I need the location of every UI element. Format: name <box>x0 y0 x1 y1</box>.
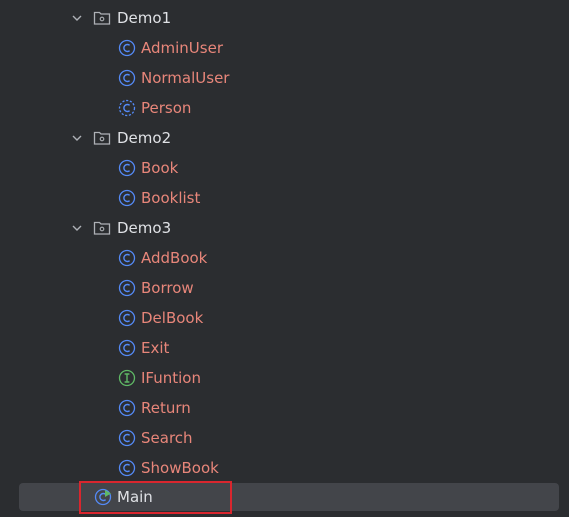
class-icon <box>118 339 136 357</box>
project-tree: Demo1 AdminUser NormalUser Person Demo2 <box>0 0 569 517</box>
file-row-exit[interactable]: Exit <box>0 333 569 363</box>
class-label: Person <box>141 99 192 117</box>
file-row-ifuntion[interactable]: IFuntion <box>0 363 569 393</box>
class-label: Return <box>141 399 191 417</box>
folder-icon <box>93 220 111 236</box>
file-row-return[interactable]: Return <box>0 393 569 423</box>
folder-row-demo3[interactable]: Demo3 <box>0 213 569 243</box>
interface-icon <box>118 369 136 387</box>
file-row-borrow[interactable]: Borrow <box>0 273 569 303</box>
class-icon <box>118 39 136 57</box>
folder-row-demo1[interactable]: Demo1 <box>0 3 569 33</box>
chevron-down-icon[interactable] <box>70 11 84 25</box>
class-icon <box>118 309 136 327</box>
class-label: DelBook <box>141 309 204 327</box>
file-row-book[interactable]: Book <box>0 153 569 183</box>
class-icon <box>118 399 136 417</box>
class-label: Book <box>141 159 179 177</box>
class-icon <box>118 189 136 207</box>
class-label: Search <box>141 429 193 447</box>
file-row-showbook[interactable]: ShowBook <box>0 453 569 483</box>
file-row-delbook[interactable]: DelBook <box>0 303 569 333</box>
class-label: ShowBook <box>141 459 219 477</box>
folder-label: Demo2 <box>117 129 172 147</box>
folder-icon <box>93 10 111 26</box>
class-label: Booklist <box>141 189 201 207</box>
class-label: AddBook <box>141 249 208 267</box>
file-row-addbook[interactable]: AddBook <box>0 243 569 273</box>
class-icon <box>118 279 136 297</box>
class-icon <box>118 159 136 177</box>
class-icon <box>118 69 136 87</box>
file-row-person[interactable]: Person <box>0 93 569 123</box>
folder-row-demo2[interactable]: Demo2 <box>0 123 569 153</box>
class-label: IFuntion <box>141 369 201 387</box>
abstract-class-icon <box>118 99 136 117</box>
class-icon <box>118 459 136 477</box>
annotation-box <box>79 481 232 514</box>
class-label: AdminUser <box>141 39 223 57</box>
folder-icon <box>93 130 111 146</box>
file-row-booklist[interactable]: Booklist <box>0 183 569 213</box>
folder-label: Demo3 <box>117 219 172 237</box>
class-label: Borrow <box>141 279 194 297</box>
file-row-adminuser[interactable]: AdminUser <box>0 33 569 63</box>
chevron-down-icon[interactable] <box>70 131 84 145</box>
class-icon <box>118 429 136 447</box>
file-row-normaluser[interactable]: NormalUser <box>0 63 569 93</box>
class-label: NormalUser <box>141 69 230 87</box>
class-label: Exit <box>141 339 170 357</box>
chevron-down-icon[interactable] <box>70 221 84 235</box>
folder-label: Demo1 <box>117 9 172 27</box>
class-icon <box>118 249 136 267</box>
file-row-search[interactable]: Search <box>0 423 569 453</box>
